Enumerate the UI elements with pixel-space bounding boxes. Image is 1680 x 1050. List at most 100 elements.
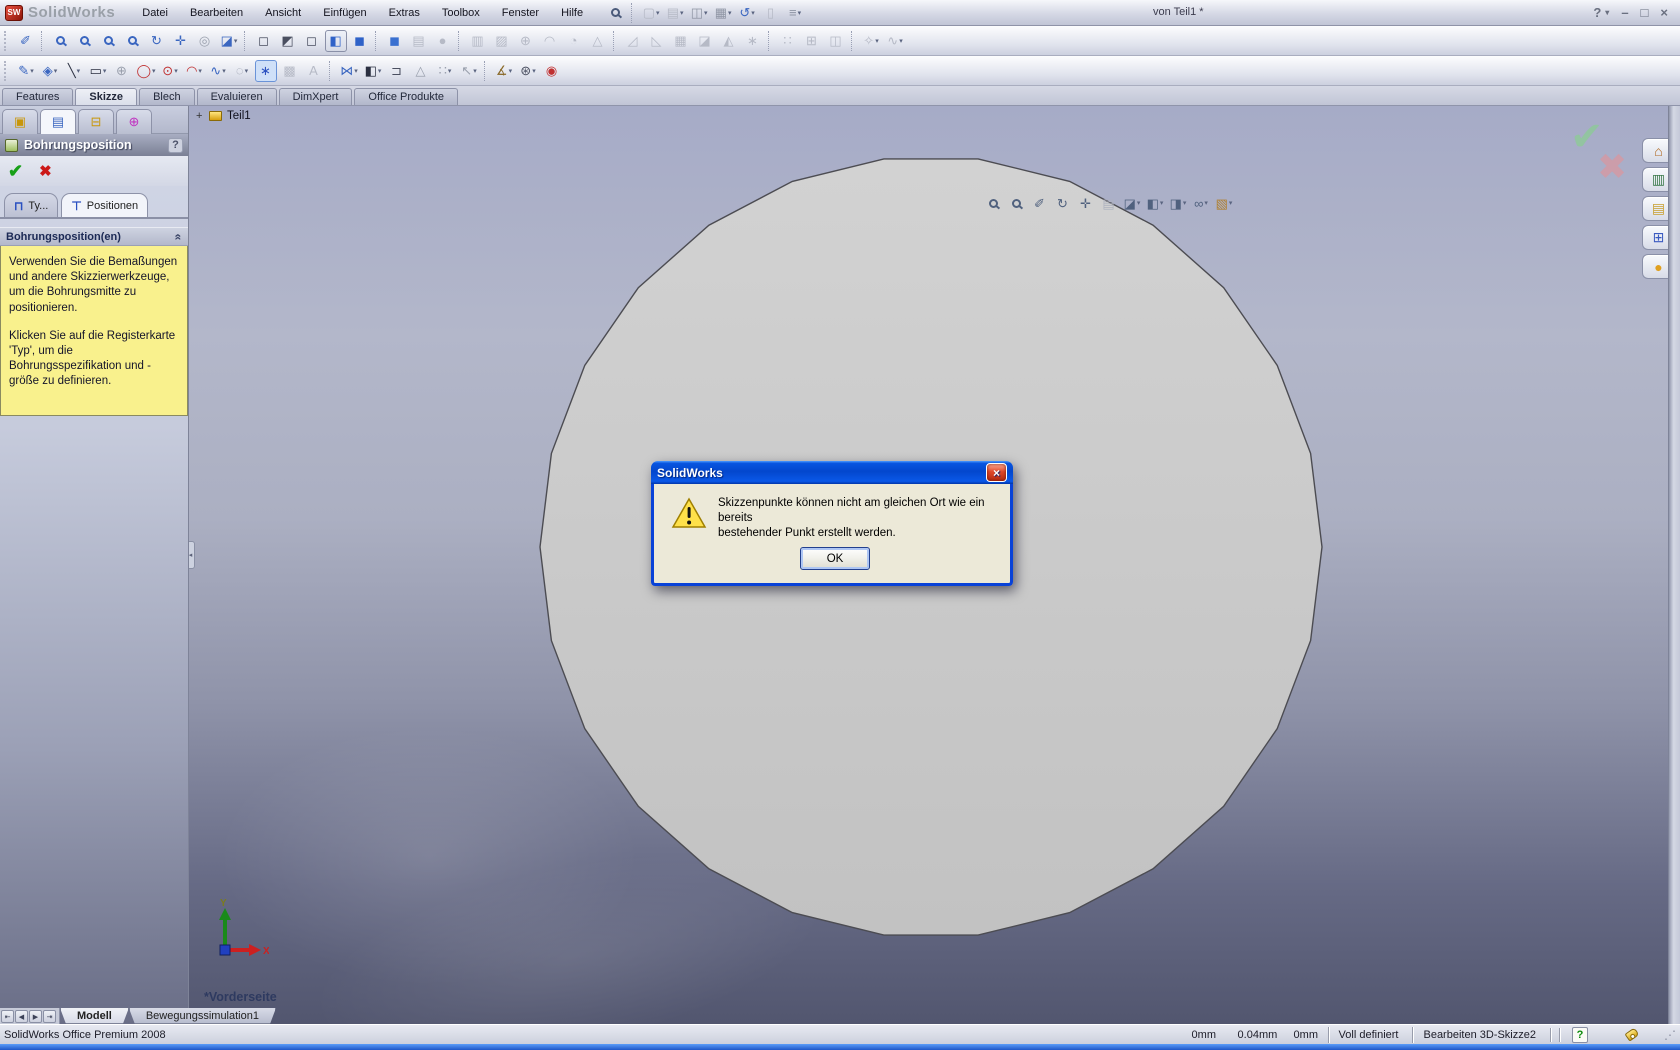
feature-manager-tab[interactable]: ▣	[2, 109, 38, 134]
menu-bearbeiten[interactable]: Bearbeiten	[179, 7, 254, 19]
tag-icon[interactable]	[1624, 1027, 1640, 1042]
tab-scroll-button[interactable]: ▶	[29, 1010, 42, 1023]
save-icon[interactable]: ◫ ▾	[688, 2, 710, 24]
menu-fenster[interactable]: Fenster	[491, 7, 550, 19]
task-pane-edge[interactable]	[1668, 106, 1680, 1024]
confirmation-cancel-icon[interactable]: ✖	[1597, 146, 1627, 188]
section-view-icon[interactable]: ◪ ▾	[1123, 194, 1141, 212]
point-icon[interactable]: ∗	[255, 59, 277, 82]
lofted-boss-icon[interactable]: ◠	[539, 30, 561, 52]
extruded-cut-icon[interactable]: ◔	[563, 30, 585, 52]
rotate-view-icon[interactable]: ↻	[1054, 194, 1072, 212]
new-document-icon[interactable]: ▢ ▾	[640, 2, 662, 24]
close-button[interactable]: ×	[1660, 5, 1668, 20]
tab-office-produkte[interactable]: Office Produkte	[354, 88, 459, 105]
tab-features[interactable]: Features	[2, 88, 74, 105]
tab-dimxpert[interactable]: DimXpert	[278, 88, 353, 105]
mirror-entities-icon[interactable]: ⋈ ▾	[338, 60, 360, 82]
circular-pattern-icon[interactable]: ⊞	[801, 30, 823, 52]
zoom-area-icon[interactable]	[1008, 194, 1026, 212]
chamfer-icon[interactable]: ◺	[646, 30, 668, 52]
help-dropdown-icon[interactable]: ▾	[1605, 8, 1609, 17]
realview-icon[interactable]: ▤	[408, 30, 430, 52]
display-style-icon[interactable]: ◨ ▾	[1169, 194, 1187, 212]
view-orientation-icon[interactable]: ◧ ▾	[1146, 194, 1164, 212]
open-icon[interactable]: ▤ ▾	[664, 2, 686, 24]
menu-extras[interactable]: Extras	[378, 7, 431, 19]
tab-positionen[interactable]: ⊤ Positionen	[61, 193, 149, 217]
hide-show-items-icon[interactable]: ∞ ▾	[1192, 194, 1210, 212]
sketch-fillet-icon[interactable]: △	[410, 60, 432, 82]
shaded-with-edges-icon[interactable]: ◧	[325, 29, 347, 52]
reference-geometry-icon[interactable]: ✧ ▾	[860, 30, 882, 52]
linear-pattern-icon[interactable]: ∷	[777, 30, 799, 52]
pan-icon[interactable]: ✛	[1077, 194, 1095, 212]
tab-evaluieren[interactable]: Evaluieren	[196, 88, 277, 105]
quick-snaps-icon[interactable]: ⊛ ▾	[517, 60, 539, 82]
magnify-icon[interactable]: ✐	[1031, 194, 1049, 212]
tab-blech[interactable]: Blech	[139, 88, 195, 105]
tab-scroll-button[interactable]: ⇤	[1, 1010, 14, 1023]
tab-skizze[interactable]: Skizze	[75, 88, 138, 105]
search-icon[interactable]	[605, 2, 627, 24]
dialog-title-bar[interactable]: SolidWorks ×	[651, 461, 1013, 484]
smart-dimension-icon[interactable]: ◈ ▾	[39, 60, 61, 82]
cancel-button[interactable]: ✖	[39, 162, 52, 180]
revolved-cut-icon[interactable]: △	[587, 30, 609, 52]
move-entities-icon[interactable]: ↖ ▾	[458, 60, 480, 82]
mirror-feature-icon[interactable]: ∗	[742, 30, 764, 52]
pan-icon[interactable]: ✛	[170, 30, 192, 52]
tab-scroll-button[interactable]: ◀	[15, 1010, 28, 1023]
zoom-in-out-icon[interactable]	[98, 30, 120, 52]
property-manager-help-button[interactable]: ?	[168, 137, 183, 153]
convert-cube-icon[interactable]: ◧ ▾	[362, 60, 384, 82]
options-icon[interactable]: ≡ ▾	[784, 2, 806, 24]
zoom-area-icon[interactable]	[74, 30, 96, 52]
tab-bewegungssimulation[interactable]: Bewegungssimulation1	[129, 1008, 276, 1024]
display-relations-icon[interactable]: ∡ ▾	[493, 60, 515, 82]
convert-entities-icon[interactable]: ▩	[279, 60, 301, 82]
appearances-icon[interactable]: ▧ ▾	[1215, 194, 1233, 212]
ellipse-icon[interactable]: ◌ ▾	[231, 60, 253, 82]
no-solve-move-icon[interactable]: ◉	[541, 60, 563, 82]
circle-icon[interactable]: ◯ ▾	[135, 60, 157, 82]
reference-views-icon[interactable]: ▤	[1100, 194, 1118, 212]
quick-tips-help-button[interactable]: ?	[1572, 1026, 1588, 1043]
rib-icon[interactable]: ▦	[670, 30, 692, 52]
toolbar-grip[interactable]	[4, 60, 10, 81]
menu-toolbox[interactable]: Toolbox	[431, 7, 491, 19]
curve-pattern-icon[interactable]: ◫	[825, 30, 847, 52]
environment-icon[interactable]: ●	[432, 30, 454, 52]
dimxpert-manager-tab[interactable]: ⊕	[116, 109, 152, 134]
dialog-ok-button[interactable]: OK	[800, 547, 870, 570]
toolbar-grip[interactable]	[4, 30, 10, 51]
tangent-arc-icon[interactable]: ◠ ▾	[183, 60, 205, 82]
select-toggle-icon[interactable]: ▯	[760, 2, 782, 24]
property-manager-tab[interactable]: ▤	[40, 109, 76, 134]
shaded-icon[interactable]: ◼	[349, 30, 371, 52]
maximize-button[interactable]: □	[1641, 5, 1649, 20]
rotate-about-icon[interactable]: ◎	[194, 30, 216, 52]
section-view-icon[interactable]: ◪ ▾	[218, 30, 240, 52]
minimize-button[interactable]: –	[1621, 5, 1628, 20]
tree-expander[interactable]: +	[196, 110, 204, 122]
select-wand-icon[interactable]: ✐	[15, 30, 37, 52]
ok-button[interactable]: ✔	[8, 161, 23, 182]
spline-icon[interactable]: ∿ ▾	[207, 60, 229, 82]
configuration-manager-tab[interactable]: ⊟	[78, 109, 114, 134]
tab-modell[interactable]: Modell	[60, 1008, 129, 1024]
swept-boss-icon[interactable]: ⊕	[515, 30, 537, 52]
help-button[interactable]: ?	[1593, 5, 1601, 20]
hidden-lines-removed-icon[interactable]: ◻	[301, 30, 323, 52]
rotate-view-icon[interactable]: ↻	[146, 30, 168, 52]
menu-einfuegen[interactable]: Einfügen	[312, 7, 377, 19]
extruded-boss-icon[interactable]: ▥	[467, 30, 489, 52]
section-header[interactable]: Bohrungsposition(en) «	[0, 227, 188, 246]
curves-icon[interactable]: ∿ ▾	[884, 30, 906, 52]
hidden-lines-visible-icon[interactable]: ◩	[277, 30, 299, 52]
tree-item-teil1[interactable]: Teil1	[227, 110, 251, 122]
zoom-selection-icon[interactable]	[122, 30, 144, 52]
centerpoint-arc-icon[interactable]: ⊙ ▾	[159, 60, 181, 82]
rectangle-icon[interactable]: ▭ ▾	[87, 60, 109, 82]
undo-icon[interactable]: ↺ ▾	[736, 2, 758, 24]
